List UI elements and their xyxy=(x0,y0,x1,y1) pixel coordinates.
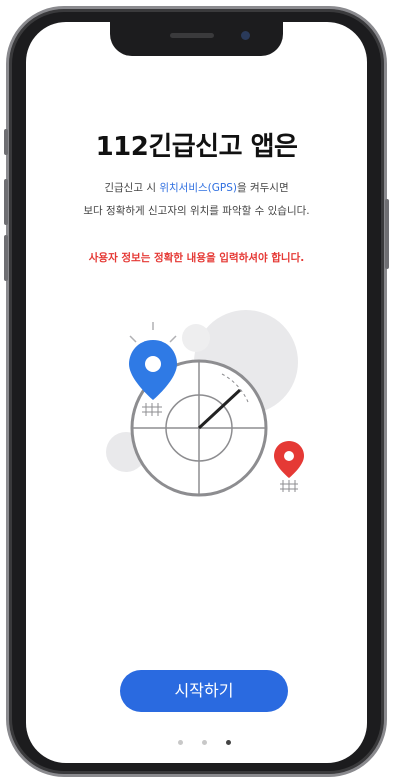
page-dot-3-active[interactable] xyxy=(226,740,231,745)
gps-illustration xyxy=(106,310,304,497)
red-location-pin-icon xyxy=(274,441,304,492)
page-indicator xyxy=(174,740,234,748)
volume-down-button xyxy=(4,235,8,281)
mute-switch xyxy=(4,129,8,155)
start-button[interactable]: 시작하기 xyxy=(120,670,288,712)
volume-up-button xyxy=(4,179,8,225)
page-dot-1[interactable] xyxy=(178,740,183,745)
power-button xyxy=(385,199,389,269)
bg-blob-small-top xyxy=(182,324,210,352)
page-dot-2[interactable] xyxy=(202,740,207,745)
phone-screen: 112긴급신고 앱은 긴급신고 시 위치서비스(GPS)을 켜두시면 보다 정확… xyxy=(26,22,367,763)
